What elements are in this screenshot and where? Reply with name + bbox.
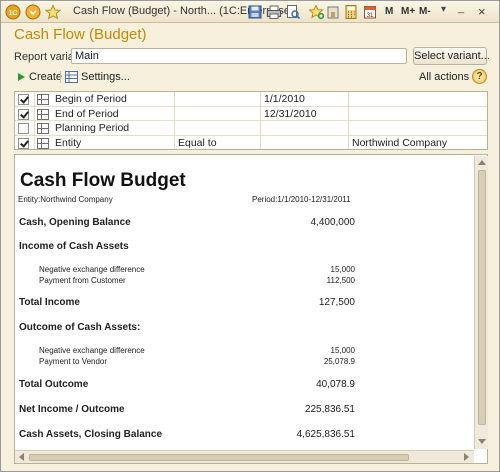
setting-name: End of Period bbox=[55, 107, 119, 120]
close-button[interactable]: × bbox=[478, 4, 486, 19]
total-outcome-value: 40,078.9 bbox=[316, 379, 355, 390]
memory-minus-button[interactable]: M- bbox=[419, 6, 431, 17]
net-income-value: 225,836.51 bbox=[304, 404, 355, 415]
setting-value[interactable]: Northwind Company bbox=[352, 137, 447, 149]
command-separator bbox=[60, 71, 61, 83]
report-variant-field[interactable]: Main bbox=[71, 48, 407, 64]
scroll-right-icon[interactable] bbox=[464, 453, 469, 461]
outcome-header: Outcome of Cash Assets: bbox=[19, 322, 141, 333]
preview-icon[interactable] bbox=[285, 4, 301, 20]
report-entity: Entity:Northwind Company bbox=[18, 195, 113, 204]
favorite-star-icon[interactable] bbox=[45, 4, 61, 20]
outcome-row-value: 15,000 bbox=[330, 346, 355, 355]
add-to-favorites-icon[interactable] bbox=[309, 4, 325, 20]
closing-balance-label: Cash Assets, Closing Balance bbox=[19, 429, 163, 440]
income-row-value: 112,500 bbox=[326, 276, 355, 285]
play-icon bbox=[18, 73, 25, 81]
setting-name: Entity bbox=[55, 136, 82, 149]
form-title: Cash Flow (Budget) bbox=[14, 26, 147, 43]
memory-plus-button[interactable]: M+ bbox=[401, 6, 415, 17]
more-commands-icon[interactable]: ▾ bbox=[441, 4, 446, 15]
income-header: Income of Cash Assets bbox=[19, 241, 129, 252]
total-income-label: Total Income bbox=[19, 297, 80, 308]
income-row-label: Payment from Customer bbox=[39, 276, 126, 285]
setting-name: Begin of Period bbox=[55, 93, 127, 105]
vertical-scrollbar[interactable] bbox=[474, 156, 488, 449]
scroll-down-icon[interactable] bbox=[478, 439, 486, 444]
total-outcome-label: Total Outcome bbox=[19, 379, 89, 390]
closing-balance-value: 4,625,836.51 bbox=[296, 429, 355, 440]
income-row-label: Negative exchange difference bbox=[39, 265, 145, 274]
opening-balance-label: Cash, Opening Balance bbox=[19, 217, 131, 228]
net-income-label: Net Income / Outcome bbox=[19, 404, 125, 415]
use-checkbox[interactable] bbox=[18, 94, 29, 105]
settings-table-icon bbox=[65, 71, 78, 83]
total-income-value: 127,500 bbox=[318, 297, 355, 308]
svg-text:1C: 1C bbox=[9, 10, 18, 17]
save-icon[interactable] bbox=[247, 4, 263, 20]
title-bar: 1C Cash Flow (Budget) - North... (1C:Ent… bbox=[1, 1, 499, 23]
settings-row[interactable]: Begin of Period 1/1/2010 bbox=[15, 92, 487, 107]
calendar-icon[interactable]: 31 bbox=[362, 4, 378, 20]
table-icon bbox=[37, 137, 49, 149]
table-icon bbox=[37, 108, 49, 120]
income-row-value: 15,000 bbox=[330, 265, 355, 274]
report-title: Cash Flow Budget bbox=[20, 170, 186, 191]
app-window: 1C Cash Flow (Budget) - North... (1C:Ent… bbox=[0, 0, 500, 472]
use-checkbox[interactable] bbox=[18, 108, 29, 120]
create-button[interactable]: Create bbox=[18, 69, 62, 85]
settings-row[interactable]: Planning Period bbox=[15, 121, 487, 136]
setting-value[interactable]: 12/31/2010 bbox=[264, 108, 317, 120]
memory-m-button[interactable]: M bbox=[385, 6, 393, 17]
horizontal-scroll-thumb[interactable] bbox=[29, 454, 409, 461]
setting-value[interactable]: 1/1/2010 bbox=[264, 93, 305, 105]
home-icon[interactable] bbox=[325, 4, 341, 20]
print-icon[interactable] bbox=[266, 4, 282, 20]
use-checkbox[interactable] bbox=[18, 137, 29, 149]
calculator-icon[interactable] bbox=[343, 4, 359, 20]
table-icon bbox=[37, 123, 49, 134]
table-icon bbox=[37, 94, 49, 105]
setting-name: Planning Period bbox=[55, 122, 130, 134]
report-document[interactable]: Cash Flow Budget Entity:Northwind Compan… bbox=[14, 154, 488, 464]
setting-condition[interactable]: Equal to bbox=[178, 137, 217, 149]
use-checkbox[interactable] bbox=[18, 123, 29, 134]
outcome-row-value: 25,078.9 bbox=[323, 357, 355, 366]
settings-row[interactable]: End of Period 12/31/2010 bbox=[15, 107, 487, 121]
all-actions-label: All actions bbox=[419, 71, 470, 83]
horizontal-scrollbar[interactable] bbox=[15, 450, 474, 463]
select-variant-button[interactable]: Select variant... bbox=[413, 47, 490, 65]
create-label: Create bbox=[29, 71, 63, 83]
outcome-row-label: Negative exchange difference bbox=[39, 346, 145, 355]
svg-text:31: 31 bbox=[367, 13, 374, 19]
app-logo-icon[interactable]: 1C bbox=[5, 4, 21, 20]
report-period: Period:1/1/2010-12/31/2011 bbox=[252, 195, 351, 204]
settings-row[interactable]: Entity Equal to Northwind Company bbox=[15, 136, 487, 151]
all-actions-button[interactable]: All actions ▼ bbox=[419, 69, 480, 85]
help-button[interactable]: ? bbox=[472, 69, 487, 84]
outcome-row-label: Payment to Vendor bbox=[39, 357, 108, 366]
settings-table: Begin of Period 1/1/2010 End of Period 1… bbox=[14, 91, 488, 150]
opening-balance-value: 4,400,000 bbox=[310, 217, 356, 228]
scroll-up-icon[interactable] bbox=[478, 160, 486, 165]
vertical-scroll-thumb[interactable] bbox=[478, 170, 486, 425]
main-menu-icon[interactable] bbox=[25, 4, 41, 20]
minimize-button[interactable]: _ bbox=[458, 2, 464, 14]
settings-button[interactable]: Settings... bbox=[65, 69, 130, 85]
scroll-left-icon[interactable] bbox=[19, 453, 24, 461]
settings-label: Settings... bbox=[81, 71, 130, 83]
